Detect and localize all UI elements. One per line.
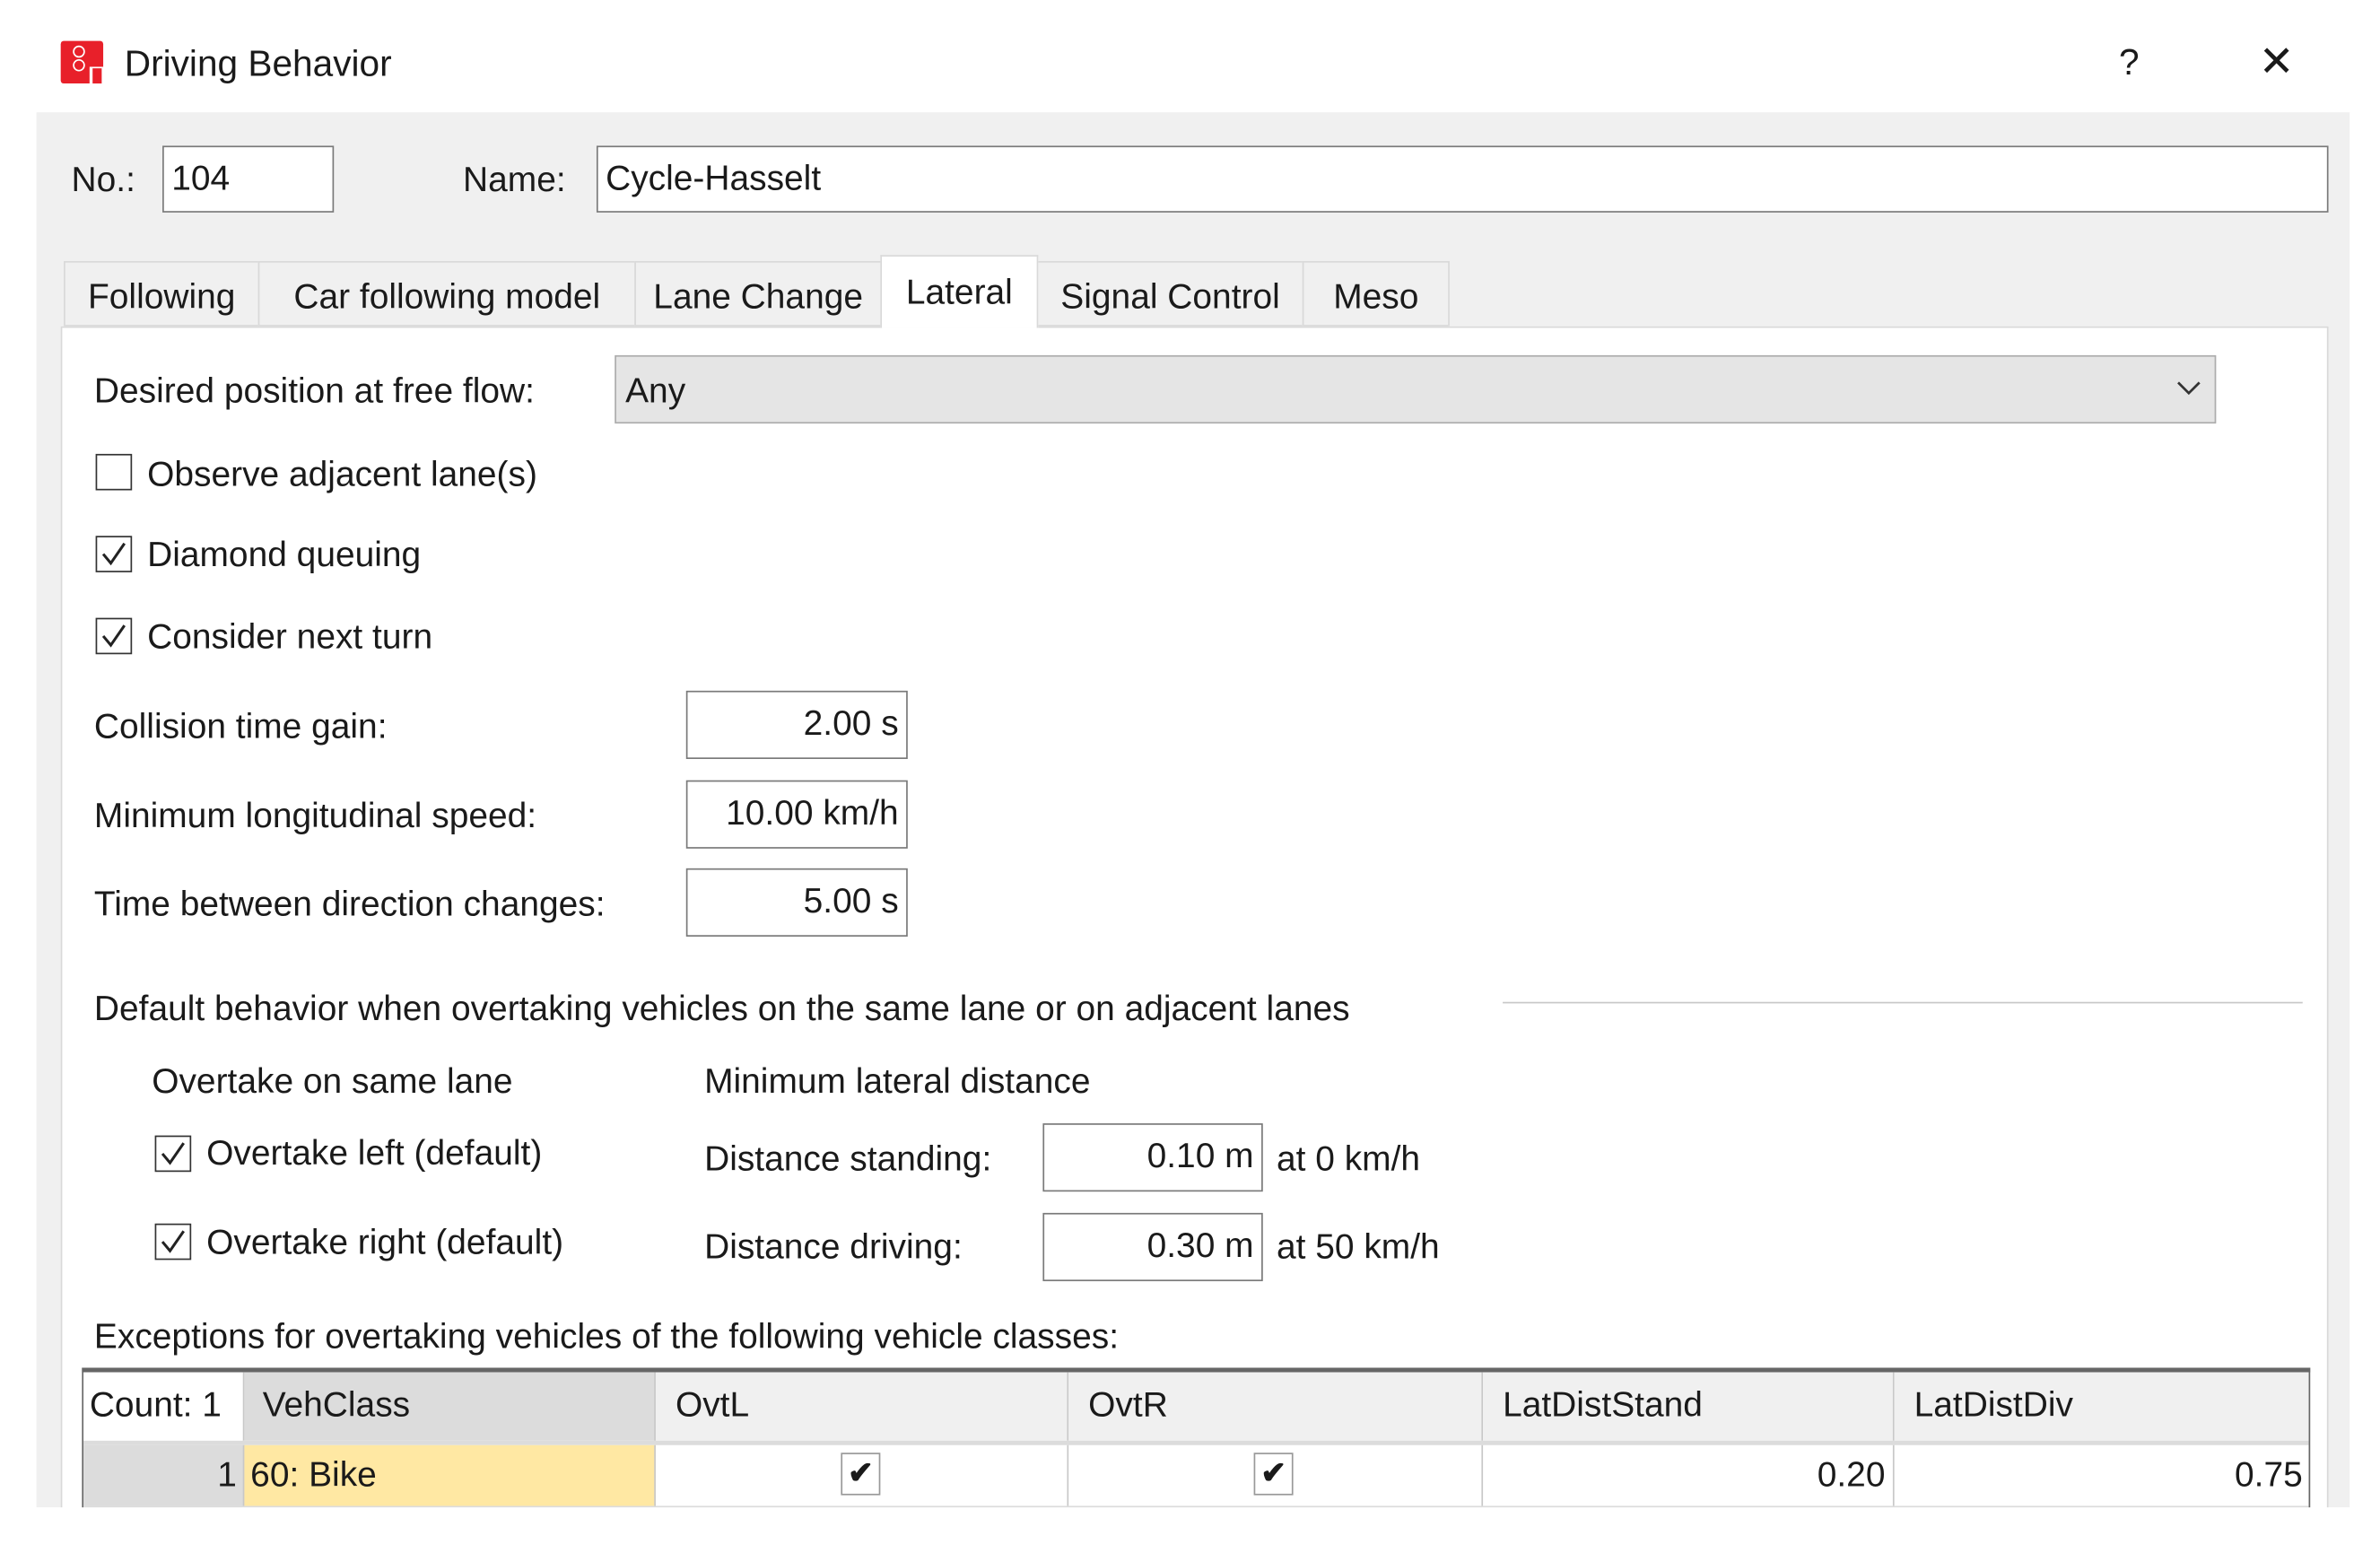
table-header-row: Count: 1 VehClass OvtL OvtR LatDistStand… bbox=[83, 1372, 2309, 1445]
column-header-latdistdriv[interactable]: LatDistDiv bbox=[1894, 1372, 2309, 1441]
dist-driving-input[interactable]: 0.30 m bbox=[1042, 1212, 1263, 1282]
name-label: Name: bbox=[463, 159, 566, 199]
check-icon bbox=[161, 1230, 185, 1253]
desired-position-label: Desired position at free flow: bbox=[93, 370, 535, 410]
min-long-speed-label: Minimum longitudinal speed: bbox=[93, 795, 537, 835]
vehclass-cell[interactable]: 60: Bike bbox=[244, 1444, 656, 1506]
tab-lateral[interactable]: Lateral bbox=[880, 255, 1039, 328]
check-icon bbox=[101, 542, 126, 566]
collision-time-gain-input[interactable]: 2.00 s bbox=[685, 690, 908, 759]
ovtr-cell[interactable]: ✔ bbox=[1068, 1444, 1484, 1506]
tab-following[interactable]: Following bbox=[64, 261, 260, 327]
column-header-vehclass[interactable]: VehClass bbox=[244, 1372, 656, 1441]
column-header-latdiststand[interactable]: LatDistStand bbox=[1483, 1372, 1895, 1441]
collision-time-gain-label: Collision time gain: bbox=[93, 705, 388, 746]
dist-standing-input[interactable]: 0.10 m bbox=[1042, 1123, 1263, 1192]
overtake-same-lane-label: Overtake on same lane bbox=[152, 1060, 513, 1101]
help-button[interactable]: ? bbox=[2119, 41, 2140, 87]
time-dir-changes-input[interactable]: 5.00 s bbox=[685, 868, 908, 937]
ovtl-cell[interactable]: ✔ bbox=[656, 1444, 1069, 1506]
observe-adjacent-label: Observe adjacent lane(s) bbox=[147, 453, 537, 493]
min-long-speed-input[interactable]: 10.00 km/h bbox=[685, 780, 908, 849]
tab-car-following-model[interactable]: Car following model bbox=[257, 261, 636, 327]
overtake-right-label: Overtake right (default) bbox=[206, 1222, 564, 1262]
overtake-left-label: Overtake left (default) bbox=[206, 1132, 543, 1173]
exceptions-label: Exceptions for overtaking vehicles of th… bbox=[93, 1315, 1120, 1356]
window-title: Driving Behavior bbox=[124, 44, 392, 85]
column-header-ovtr[interactable]: OvtR bbox=[1068, 1372, 1484, 1441]
close-button[interactable]: ✕ bbox=[2259, 39, 2295, 85]
dist-standing-label: Distance standing: bbox=[704, 1139, 992, 1178]
dist-standing-suffix: at 0 km/h bbox=[1276, 1139, 1421, 1178]
consider-next-turn-checkbox[interactable] bbox=[95, 617, 133, 655]
name-input[interactable]: Cycle-Hasselt bbox=[596, 145, 2329, 213]
tab-meso[interactable]: Meso bbox=[1302, 261, 1450, 327]
desired-position-select[interactable]: Any bbox=[615, 354, 2217, 424]
no-input[interactable]: 104 bbox=[162, 145, 335, 213]
overtake-right-checkbox[interactable] bbox=[154, 1223, 192, 1261]
app-icon bbox=[60, 40, 105, 85]
count-header: Count: 1 bbox=[83, 1372, 245, 1441]
ovtr-checkbox[interactable]: ✔ bbox=[1253, 1453, 1294, 1496]
check-icon bbox=[101, 624, 126, 648]
consider-next-turn-label: Consider next turn bbox=[147, 615, 433, 656]
dist-driving-label: Distance driving: bbox=[704, 1226, 963, 1267]
overtaking-group-title: Default behavior when overtaking vehicle… bbox=[93, 988, 1350, 1028]
no-label: No.: bbox=[71, 159, 135, 199]
check-icon bbox=[161, 1142, 185, 1165]
ovtl-checkbox[interactable]: ✔ bbox=[841, 1453, 881, 1496]
observe-adjacent-checkbox[interactable] bbox=[95, 453, 133, 491]
group-divider bbox=[1503, 1001, 2303, 1004]
row-index: 1 bbox=[83, 1444, 245, 1506]
chevron-down-icon bbox=[2177, 381, 2201, 396]
tab-signal-control[interactable]: Signal Control bbox=[1036, 261, 1304, 327]
min-lat-dist-label: Minimum lateral distance bbox=[704, 1060, 1091, 1101]
tab-lane-change[interactable]: Lane Change bbox=[634, 261, 883, 327]
bottom-crop bbox=[0, 1507, 2380, 1553]
time-dir-changes-label: Time between direction changes: bbox=[93, 883, 606, 923]
dist-driving-suffix: at 50 km/h bbox=[1276, 1226, 1440, 1267]
overtake-left-checkbox[interactable] bbox=[154, 1135, 192, 1173]
table-row[interactable]: 1 60: Bike ✔ ✔ 0.20 0.75 bbox=[83, 1444, 2309, 1511]
latdiststand-cell[interactable]: 0.20 bbox=[1483, 1444, 1895, 1506]
diamond-queuing-checkbox[interactable] bbox=[95, 536, 133, 572]
column-header-ovtl[interactable]: OvtL bbox=[655, 1372, 1069, 1441]
desired-position-value: Any bbox=[625, 370, 686, 410]
driving-behavior-dialog: Driving Behavior ? ✕ No.: 104 Name: Cycl… bbox=[0, 0, 2380, 1553]
diamond-queuing-label: Diamond queuing bbox=[147, 534, 422, 574]
latdistdriv-cell[interactable]: 0.75 bbox=[1895, 1445, 2309, 1506]
